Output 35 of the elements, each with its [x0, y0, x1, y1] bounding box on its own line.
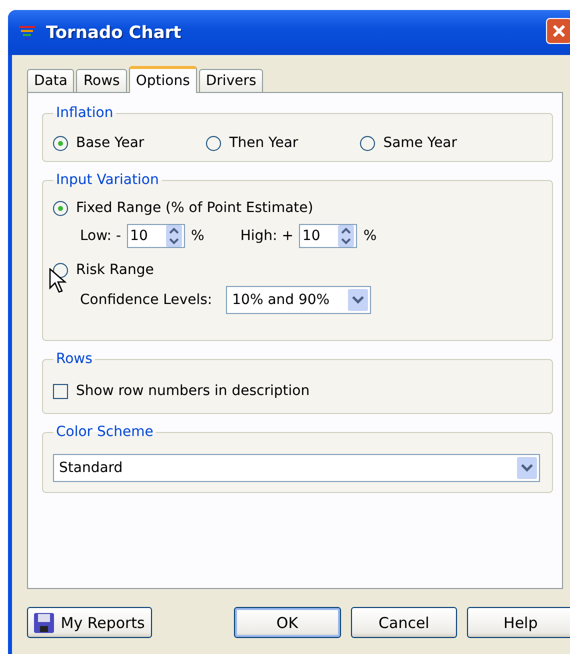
- checkbox[interactable]: Show row numbers in description: [53, 373, 540, 403]
- chevron-down-icon: [517, 457, 537, 479]
- spin-field[interactable]: 10: [127, 224, 186, 248]
- field-label: Low: -: [80, 228, 122, 244]
- radio-button[interactable]: Fixed Range (% of Point Estimate): [53, 200, 540, 216]
- window-title: Tornado Chart: [46, 22, 182, 42]
- unit-label: %: [191, 228, 204, 244]
- chevron-down-icon: [348, 289, 368, 311]
- mouse-cursor-icon: [49, 268, 67, 294]
- group-title: Inflation: [55, 105, 114, 121]
- dialog-button[interactable]: Help: [467, 607, 570, 638]
- dialog-button[interactable]: OK: [234, 607, 341, 638]
- dropdown[interactable]: Standard: [53, 454, 540, 482]
- tab[interactable]: Data: [27, 69, 74, 92]
- tab[interactable]: Drivers: [198, 69, 264, 92]
- funnel-icon: [18, 24, 36, 40]
- spin-arrows-icon: [166, 225, 182, 247]
- spin-field[interactable]: 10: [299, 224, 358, 248]
- reports-button[interactable]: My Reports: [27, 607, 152, 638]
- tab[interactable]: Rows: [76, 69, 127, 92]
- radio-button[interactable]: Then Year: [206, 135, 298, 151]
- close-icon: [552, 24, 566, 38]
- tab[interactable]: Options: [128, 66, 197, 93]
- unit-label: %: [363, 228, 377, 244]
- field-label: High: +: [240, 228, 294, 244]
- dialog-button[interactable]: Cancel: [350, 607, 458, 638]
- radio-button[interactable]: Same Year: [360, 135, 458, 151]
- group-title: Color Scheme: [55, 424, 154, 440]
- field-label: Confidence Levels:: [80, 292, 212, 308]
- radio-button[interactable]: Base Year: [53, 135, 144, 151]
- dropdown[interactable]: 10% and 90%: [226, 286, 372, 314]
- spin-arrows-icon: [338, 225, 354, 247]
- close-button[interactable]: [546, 18, 570, 44]
- group-title: Rows: [55, 351, 94, 367]
- group-title: Input Variation: [55, 172, 160, 188]
